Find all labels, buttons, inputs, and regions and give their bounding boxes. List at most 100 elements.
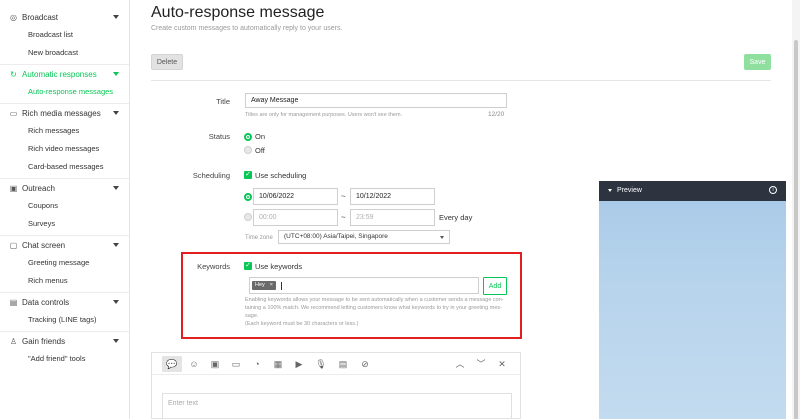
chevron-down-icon (440, 236, 444, 239)
status-on-radio[interactable] (244, 133, 252, 141)
add-keyword-button[interactable]: Add (483, 277, 507, 295)
keyword-tag: Hey × (252, 281, 276, 290)
chevron-down-icon (113, 72, 119, 76)
nav-group-label: Automatic responses (22, 69, 97, 79)
nav-group-header-chat-screen[interactable]: ▢ Chat screen (0, 236, 129, 254)
nav-group-label: Outreach (22, 183, 55, 193)
chevron-down-icon (113, 339, 119, 343)
preview-panel: Preview i (599, 181, 786, 419)
status-label: Status (208, 132, 230, 141)
close-icon[interactable]: ✕ (496, 358, 508, 370)
keywords-help-line: Enabling keywords allows your message to… (245, 297, 504, 303)
status-off-label: Off (255, 146, 265, 155)
time-zone-select[interactable]: (UTC+08:00) Asia/Taipei, Singapore (278, 230, 450, 244)
coupon-icon[interactable]: ⊘ (359, 358, 371, 370)
scheduling-label: Scheduling (192, 171, 230, 180)
nav-group-automatic-responses: ↻ Automatic responses Auto-response mess… (0, 65, 129, 101)
end-time-input[interactable]: 23:59 (350, 209, 435, 226)
page-subtitle: Create custom messages to automatically … (151, 25, 343, 32)
title-input[interactable]: Away Message (245, 93, 507, 108)
use-scheduling-label: Use scheduling (255, 171, 307, 180)
keyword-input[interactable] (249, 277, 479, 294)
use-keywords-label: Use keywords (255, 262, 303, 271)
time-range-radio[interactable] (244, 213, 252, 221)
video-icon[interactable]: ▦ (272, 358, 284, 370)
sidebar: ◎ Broadcast Broadcast list New broadcast… (0, 0, 130, 419)
title-counter: 12/20 (488, 111, 505, 118)
chevron-down-icon[interactable] (608, 189, 612, 192)
chevron-down-icon (113, 186, 119, 190)
sidebar-item-rich-video-messages[interactable]: Rich video messages (0, 140, 129, 158)
nav-group-header-outreach[interactable]: ▣ Outreach (0, 179, 129, 197)
microphone-icon[interactable]: 🎙 (315, 358, 327, 370)
nav-group-header-automatic-responses[interactable]: ↻ Automatic responses (0, 65, 129, 83)
status-off-radio[interactable] (244, 146, 252, 154)
info-icon[interactable]: i (769, 186, 777, 194)
sidebar-item-tracking[interactable]: Tracking (LINE tags) (0, 311, 129, 329)
sidebar-item-surveys[interactable]: Surveys (0, 215, 129, 233)
use-scheduling-checkbox[interactable]: ✓ (244, 171, 252, 179)
nav-group-outreach: ▣ Outreach Coupons Surveys (0, 179, 129, 233)
date-range-radio[interactable] (244, 193, 252, 201)
message-editor: 💬 ☺ ▣ ▭ ◔ ▦ ▶ 🎙 ▤ ⊘ ︿ ﹀ ✕ Enter text (151, 352, 521, 419)
text-bubble-icon[interactable]: 💬 (162, 356, 182, 372)
rich-media-icon: ▭ (9, 108, 18, 118)
range-separator: ~ (341, 213, 346, 222)
sidebar-item-coupons[interactable]: Coupons (0, 197, 129, 215)
nav-group-label: Gain friends (22, 336, 66, 346)
delete-button[interactable]: Delete (151, 54, 183, 70)
sidebar-item-rich-menus[interactable]: Rich menus (0, 272, 129, 290)
start-date-input[interactable]: 10/06/2022 (253, 188, 338, 205)
nav-group-rich-media: ▭ Rich media messages Rich messages Rich… (0, 104, 129, 176)
nav-group-label: Data controls (22, 297, 70, 307)
nav-group-header-data-controls[interactable]: ▤ Data controls (0, 293, 129, 311)
keyword-tag-label: Hey (255, 282, 265, 288)
page-title: Auto-response message (151, 4, 325, 21)
chevron-down-icon (113, 300, 119, 304)
preview-title: Preview (617, 187, 642, 194)
range-separator: ~ (341, 192, 346, 201)
outreach-icon: ▣ (9, 183, 18, 193)
play-icon[interactable]: ▶ (293, 358, 305, 370)
sidebar-item-new-broadcast[interactable]: New broadcast (0, 44, 129, 62)
preview-header[interactable]: Preview i (599, 181, 786, 201)
nav-group-header-rich-media[interactable]: ▭ Rich media messages (0, 104, 129, 122)
text-cursor (281, 282, 282, 290)
nav-group-label: Rich media messages (22, 108, 101, 118)
status-on-label: On (255, 132, 266, 141)
chevron-down-icon[interactable]: ﹀ (475, 358, 487, 370)
sidebar-item-auto-response-messages[interactable]: Auto-response messages (0, 83, 129, 101)
chevron-up-icon[interactable]: ︿ (454, 358, 466, 370)
sidebar-item-card-based-messages[interactable]: Card-based messages (0, 158, 129, 176)
message-text-input[interactable]: Enter text (162, 393, 512, 419)
nav-group-gain-friends: ♙ Gain friends "Add friend" tools (0, 332, 129, 368)
editor-toolbar: 💬 ☺ ▣ ▭ ◔ ▦ ▶ 🎙 ▤ ⊘ ︿ ﹀ ✕ (152, 353, 520, 375)
keywords-help-line: (Each keyword must be 30 characters or l… (245, 321, 359, 327)
sidebar-item-broadcast-list[interactable]: Broadcast list (0, 26, 129, 44)
nav-group-label: Broadcast (22, 12, 59, 22)
document-icon[interactable]: ▤ (337, 358, 349, 370)
image-icon[interactable]: ▣ (209, 358, 221, 370)
broadcast-icon: ◎ (10, 12, 17, 22)
use-keywords-checkbox[interactable]: ✓ (244, 262, 252, 270)
start-time-input[interactable]: 00:00 (253, 209, 338, 226)
nav-group-header-broadcast[interactable]: ◎ Broadcast (0, 8, 129, 26)
scrollbar-thumb[interactable] (794, 40, 798, 419)
divider (151, 80, 771, 81)
sidebar-item-add-friend-tools[interactable]: "Add friend" tools (0, 350, 129, 368)
nav-group-chat-screen: ▢ Chat screen Greeting message Rich menu… (0, 236, 129, 290)
sidebar-item-rich-messages[interactable]: Rich messages (0, 122, 129, 140)
end-date-input[interactable]: 10/12/2022 (350, 188, 435, 205)
title-label: Title (216, 97, 230, 106)
card-icon[interactable]: ▭ (230, 358, 242, 370)
sticker-icon[interactable]: ◔ (251, 358, 263, 370)
emoji-icon[interactable]: ☺ (188, 358, 200, 370)
every-day-label: Every day (439, 213, 473, 222)
chat-screen-icon: ▢ (9, 240, 18, 250)
sidebar-item-greeting-message[interactable]: Greeting message (0, 254, 129, 272)
close-icon[interactable]: × (270, 281, 273, 290)
nav-group-data-controls: ▤ Data controls Tracking (LINE tags) (0, 293, 129, 329)
save-button[interactable]: Save (744, 54, 771, 70)
nav-group-header-gain-friends[interactable]: ♙ Gain friends (0, 332, 129, 350)
time-zone-label: Time zone (245, 235, 273, 241)
